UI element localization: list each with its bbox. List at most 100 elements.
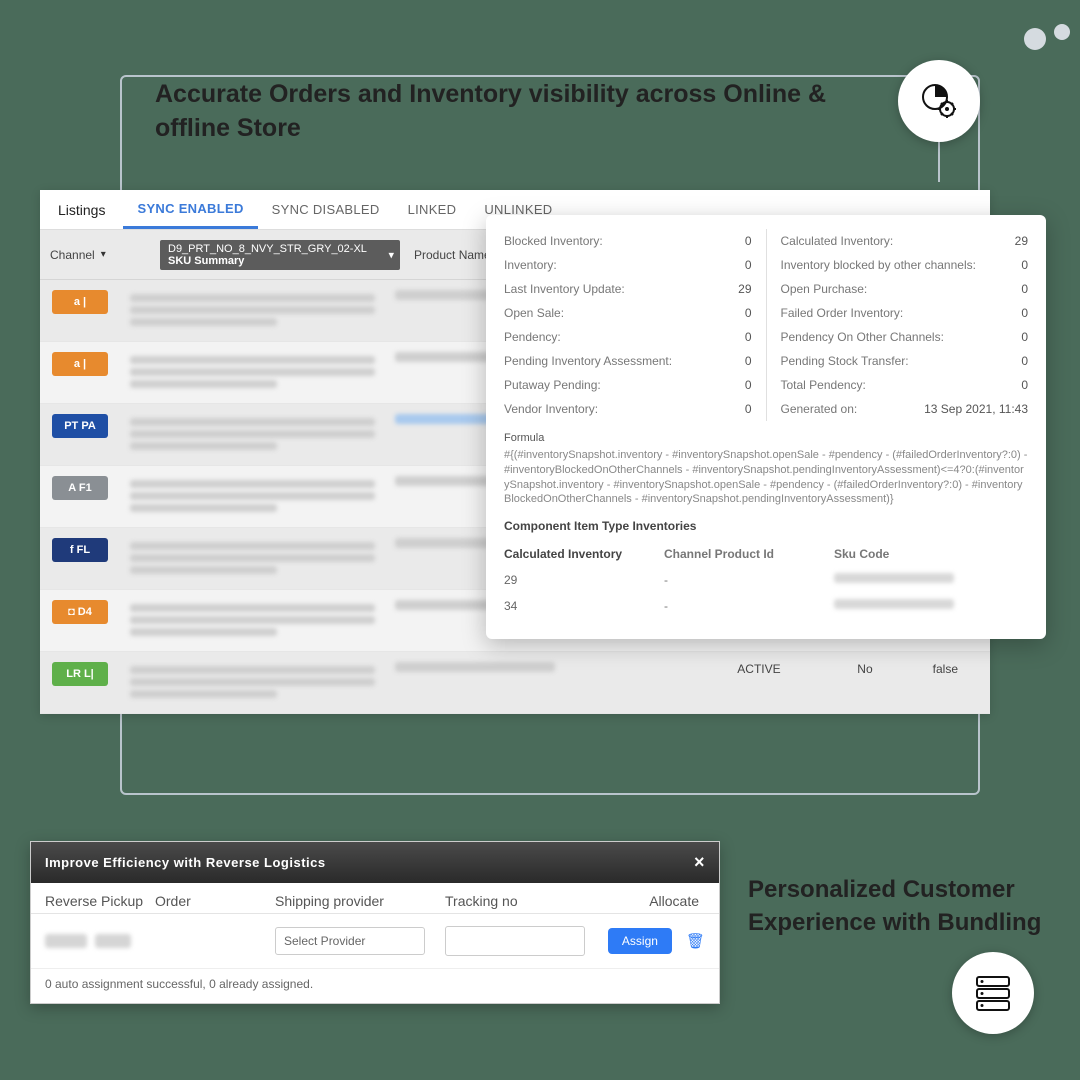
inv-label: Blocked Inventory:	[504, 234, 603, 248]
inv-value: 0	[745, 378, 752, 392]
inv-label: Calculated Inventory:	[781, 234, 894, 248]
inv-label: Pending Inventory Assessment:	[504, 354, 672, 368]
tracking-input[interactable]	[445, 926, 585, 956]
reverse-title: Improve Efficiency with Reverse Logistic…	[45, 855, 326, 870]
inv-label: Vendor Inventory:	[504, 402, 598, 416]
comp-col-sku: Sku Code	[834, 547, 1028, 561]
comp-calc: 29	[504, 573, 664, 587]
sku-blur	[130, 476, 375, 516]
inventory-line: Calculated Inventory: 29	[781, 229, 1029, 253]
inventory-line: Vendor Inventory: 0	[504, 397, 752, 421]
inv-value: 29	[738, 282, 751, 296]
inventory-line: Failed Order Inventory:0	[781, 301, 1029, 325]
comp-cpid: -	[664, 599, 834, 613]
inv-value: 0	[745, 258, 752, 272]
inv-value: 0	[745, 234, 752, 248]
inventory-line: Total Pendency: 0	[781, 373, 1029, 397]
sku-blur	[130, 352, 375, 392]
tab-sync-disabled[interactable]: SYNC DISABLED	[258, 190, 394, 229]
tab-sync-enabled[interactable]: SYNC ENABLED	[123, 190, 257, 229]
formula-block: Formula #{(#inventorySnapshot.inventory …	[504, 431, 1028, 507]
reverse-row: Select Provider Assign 🗑	[31, 914, 719, 968]
inventory-popup: Blocked Inventory: 0 Inventory: 0 Last Inven…	[486, 215, 1046, 639]
rev-col-pickup: Reverse Pickup	[45, 893, 155, 909]
reverse-footer: 0 auto assignment successful, 0 already …	[31, 968, 719, 1003]
inv-label: Total Pendency:	[781, 378, 866, 392]
comp-calc: 34	[504, 599, 664, 613]
listings-title: Listings	[40, 202, 123, 218]
inventory-line: Blocked Inventory: 0	[504, 229, 752, 253]
inv-value: 29	[1015, 234, 1028, 248]
product-blur	[395, 662, 555, 672]
channel-badge: LR L|	[52, 662, 108, 686]
inventory-line: Open Sale:0	[504, 301, 752, 325]
inv-label: Pendency:	[504, 330, 561, 344]
sku-blur	[130, 662, 375, 702]
inv-value: 0	[745, 402, 752, 416]
inv-value: 0	[1021, 330, 1028, 344]
sku-blur	[130, 600, 375, 640]
inv-label: Failed Order Inventory:	[781, 306, 904, 320]
inv-label: Pending Stock Transfer:	[781, 354, 909, 368]
inv-value: 0	[745, 354, 752, 368]
inventory-line: Pendency On Other Channels: 0	[781, 325, 1029, 349]
col-channel[interactable]: Channel ▾	[50, 248, 160, 262]
reverse-columns: Reverse Pickup Order Shipping provider T…	[31, 883, 719, 914]
inv-value: 0	[745, 330, 752, 344]
table-row[interactable]: LR L| ACTIVE No false	[40, 652, 990, 714]
inv-value: 0	[1021, 354, 1028, 368]
inventory-line: Inventory blocked by other channels: 0	[781, 253, 1029, 277]
inv-label: Inventory blocked by other channels:	[781, 258, 976, 272]
formula-title: Formula	[504, 431, 1028, 446]
provider-select[interactable]: Select Provider	[275, 927, 425, 955]
inventory-line: Generated on: 13 Sep 2021, 11:43	[781, 397, 1029, 421]
page-heading: Accurate Orders and Inventory visibility…	[155, 78, 855, 146]
sku-filter-pill[interactable]: D9_PRT_NO_8_NVY_STR_GRY_02-XL SKU Summar…	[160, 240, 400, 270]
inv-label: Generated on:	[781, 402, 858, 416]
comp-col-cpid: Channel Product Id	[664, 547, 834, 561]
connector-line	[938, 142, 940, 182]
row-col3: false	[933, 662, 958, 676]
inv-label: Last Inventory Update:	[504, 282, 625, 296]
inv-label: Inventory:	[504, 258, 557, 272]
chart-gear-icon	[919, 81, 959, 121]
inv-label: Putaway Pending:	[504, 378, 601, 392]
sku-blur	[130, 414, 375, 454]
inventory-line: Pending Inventory Assessment: 0	[504, 349, 752, 373]
tab-linked[interactable]: LINKED	[394, 190, 471, 229]
rev-col-order: Order	[155, 893, 275, 909]
sku-filter-sub: SKU Summary	[168, 255, 392, 267]
reverse-header: Improve Efficiency with Reverse Logistic…	[31, 842, 719, 883]
assign-button[interactable]: Assign	[608, 928, 672, 954]
component-table: Calculated Inventory Channel Product Id …	[504, 541, 1028, 619]
close-icon[interactable]: ×	[694, 852, 705, 873]
channel-badge: A F1	[52, 476, 108, 500]
inv-value: 0	[1021, 282, 1028, 296]
row-col2: No	[857, 662, 872, 676]
inv-label: Open Purchase:	[781, 282, 868, 296]
inventory-line: Putaway Pending: 0	[504, 373, 752, 397]
inv-value: 13 Sep 2021, 11:43	[924, 402, 1028, 416]
col-channel-label: Channel	[50, 248, 95, 262]
inv-label: Pendency On Other Channels:	[781, 330, 944, 344]
stack-icon	[971, 973, 1015, 1013]
row-status: ACTIVE	[737, 662, 797, 676]
formula-text: #{(#inventorySnapshot.inventory - #inven…	[504, 448, 1028, 507]
sku-blur	[130, 290, 375, 330]
filter-icon[interactable]: ▾	[101, 249, 106, 260]
inventory-line: Pending Stock Transfer: 0	[781, 349, 1029, 373]
component-row: 29-	[504, 567, 1028, 593]
inv-value: 0	[1021, 378, 1028, 392]
inv-value: 0	[1021, 258, 1028, 272]
inventory-line: Inventory: 0	[504, 253, 752, 277]
filter-icon[interactable]: ▾	[388, 248, 394, 261]
comp-col-calc: Calculated Inventory	[504, 547, 664, 561]
channel-badge: ◘ D4	[52, 600, 108, 624]
reverse-logistics-panel: Improve Efficiency with Reverse Logistic…	[30, 841, 720, 1004]
bundle-heading: Personalized Customer Experience with Bu…	[748, 873, 1048, 940]
trash-icon[interactable]: 🗑	[686, 932, 705, 950]
inventory-line: Open Purchase: 0	[781, 277, 1029, 301]
comp-sku	[834, 599, 1028, 613]
comp-sku	[834, 573, 1028, 587]
rev-col-tracking: Tracking no	[445, 893, 595, 909]
